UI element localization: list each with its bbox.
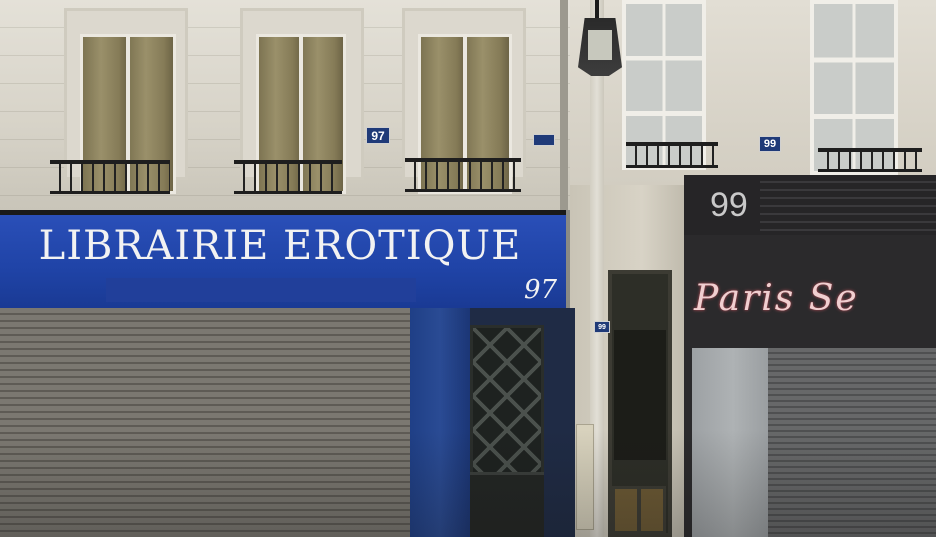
street-scene: 97 99 LIBRAIRIE EROTIQUE 97 99 99 Paris …	[0, 0, 936, 537]
door-glass	[614, 330, 666, 460]
street-name-plaque	[533, 134, 555, 146]
drain-pipe	[560, 0, 568, 210]
door-panel	[638, 486, 666, 534]
balcony-railing	[405, 158, 521, 192]
shop-sign-text: LIBRAIRIE EROTIQUE	[38, 223, 522, 269]
balcony-railing	[818, 148, 922, 172]
street-number-plaque: 97	[366, 127, 390, 144]
door-panel	[612, 486, 640, 534]
balcony-railing	[626, 142, 718, 168]
balcony-railing	[50, 160, 170, 194]
door-lower-panel	[470, 472, 544, 537]
lamp-glass	[588, 30, 612, 60]
lattice-door	[470, 325, 544, 475]
shop-sign-number: 97	[524, 275, 558, 305]
shop-sign: LIBRAIRIE EROTIQUE 97	[0, 210, 566, 308]
balcony-railing	[234, 160, 342, 194]
sign-strip	[106, 278, 416, 302]
rolling-shutter	[0, 308, 412, 537]
rolling-shutter	[768, 348, 936, 537]
door-number-plaque: 99	[594, 321, 610, 333]
right-shop-number: 99	[710, 186, 748, 224]
street-number-plaque: 99	[759, 136, 781, 152]
intercom-panel	[576, 424, 594, 530]
grey-panel	[692, 348, 774, 537]
blue-panel	[410, 308, 470, 537]
right-shop-sign-text: Paris Se	[694, 278, 859, 319]
